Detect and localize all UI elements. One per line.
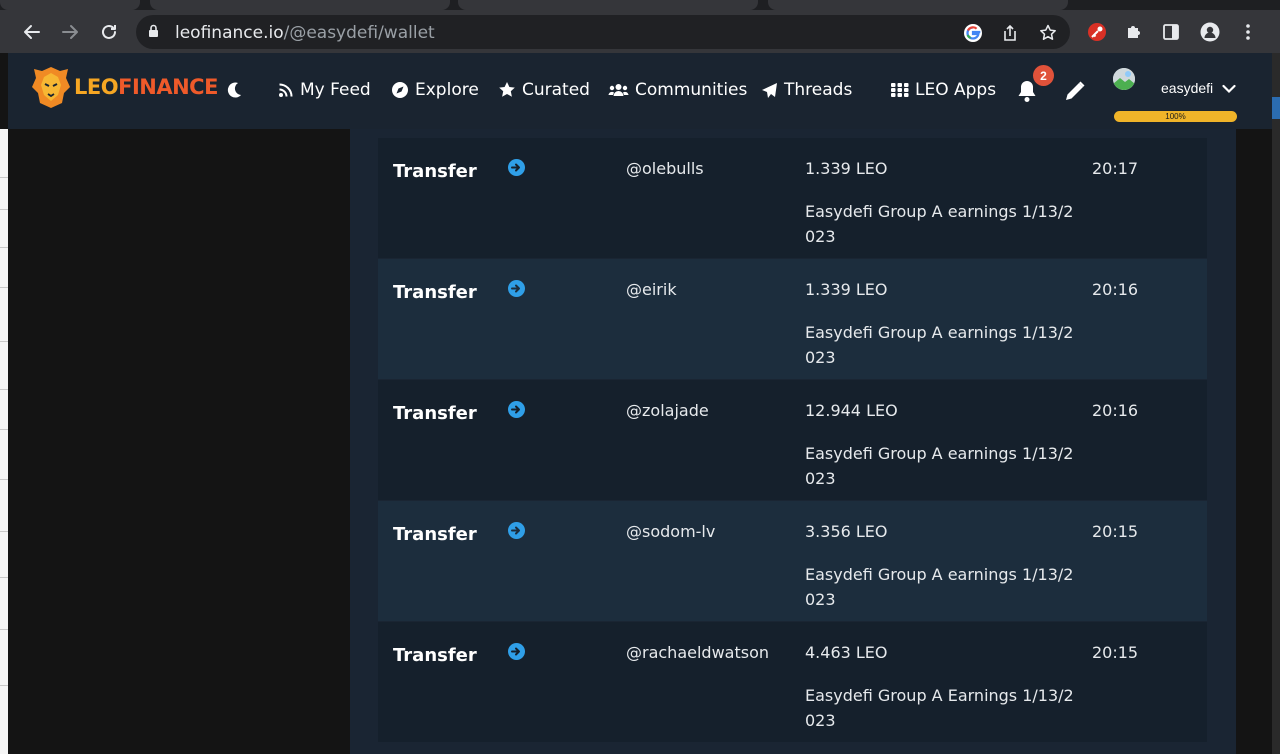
pencil-icon (1066, 81, 1085, 100)
transaction-type: Transfer (393, 282, 477, 303)
transaction-amount: 1.339 LEO (805, 159, 888, 178)
transaction-time: 20:17 (1092, 159, 1139, 178)
google-icon[interactable] (962, 22, 984, 44)
transaction-user-link[interactable]: @sodom-lv (626, 522, 715, 541)
url-text: leofinance.io/@easydefi/wallet (175, 23, 435, 43)
transaction-memo: Easydefi Group A earnings 1/13/2023 (805, 323, 1074, 367)
nav-label: LEO Apps (915, 80, 997, 100)
nav-communities[interactable]: Communities (608, 80, 747, 100)
transaction-user-link[interactable]: @rachaeldwatson (626, 643, 769, 662)
side-panel-icon[interactable] (1160, 21, 1182, 43)
site-header: LEOFINANCE My Feed Explore Curated Commu… (8, 53, 1272, 129)
transaction-amount: 12.944 LEO (805, 401, 898, 420)
transaction-memo: Easydefi Group A earnings 1/13/2023 (805, 202, 1074, 246)
forward-button[interactable] (55, 17, 85, 47)
browser-toolbar: leofinance.io/@easydefi/wallet (0, 10, 1280, 53)
bell-icon (1018, 81, 1036, 102)
nav-curated[interactable]: Curated (498, 80, 590, 100)
compose-button[interactable] (1063, 79, 1087, 108)
transaction-user-link[interactable]: @olebulls (626, 159, 704, 178)
nav-label: Communities (635, 80, 748, 100)
transaction-time: 20:15 (1092, 522, 1139, 541)
transaction-user-link[interactable]: @eirik (626, 280, 677, 299)
lion-logo-icon (32, 67, 70, 108)
share-icon[interactable] (999, 22, 1021, 44)
nav-label: My Feed (300, 80, 371, 100)
transaction-row: Transfer @olebulls 1.339 LEO Easydefi Gr… (378, 138, 1207, 258)
lock-icon (148, 24, 159, 43)
nav-leo-apps[interactable]: LEO Apps (891, 80, 996, 100)
url-host: leofinance.io (175, 23, 284, 43)
browser-tab[interactable] (458, 0, 758, 10)
left-window-edge (0, 129, 8, 754)
compass-icon (392, 82, 408, 98)
logo-text: LEOFINANCE (74, 75, 218, 99)
transaction-row: Transfer @rachaeldwatson 4.463 LEO Easyd… (378, 622, 1207, 742)
browser-tab-strip (0, 0, 1280, 10)
extension-key-icon[interactable] (1086, 21, 1108, 43)
transaction-time: 20:15 (1092, 643, 1139, 662)
transaction-row: Transfer @zolajade 12.944 LEO Easydefi G… (378, 380, 1207, 500)
users-icon (608, 84, 629, 96)
account-menu-toggle[interactable] (1222, 81, 1236, 99)
transaction-type: Transfer (393, 403, 477, 424)
arrow-right-circle-icon (508, 401, 525, 418)
dark-mode-toggle[interactable] (226, 81, 242, 104)
nav-label: Threads (784, 80, 853, 100)
rss-icon (279, 83, 293, 97)
moon-icon (227, 82, 241, 98)
url-path: /@easydefi/wallet (283, 23, 435, 43)
nav-label: Explore (415, 80, 479, 100)
notification-count-badge: 2 (1033, 65, 1054, 86)
transaction-type: Transfer (393, 524, 477, 545)
nav-my-feed[interactable]: My Feed (278, 80, 371, 100)
transaction-user-link[interactable]: @zolajade (626, 401, 709, 420)
browser-tab[interactable] (0, 0, 140, 10)
browser-tab-active[interactable] (150, 0, 450, 10)
transaction-memo: Easydefi Group A earnings 1/13/2023 (805, 444, 1074, 488)
back-arrow-icon (24, 25, 40, 39)
transaction-amount: 1.339 LEO (805, 280, 888, 299)
arrow-right-circle-icon (508, 522, 525, 539)
transaction-type: Transfer (393, 645, 477, 666)
bookmark-star-icon[interactable] (1037, 22, 1059, 44)
nav-threads[interactable]: Threads (761, 80, 852, 100)
transaction-row: Transfer @sodom-lv 3.356 LEO Easydefi Gr… (378, 501, 1207, 621)
browser-tab[interactable] (768, 0, 1068, 10)
profile-icon[interactable] (1199, 21, 1221, 43)
reload-button[interactable] (94, 17, 124, 47)
arrow-right-circle-icon (508, 280, 525, 297)
reload-icon (102, 24, 116, 39)
arrow-right-circle-icon (508, 643, 525, 660)
nav-label: Curated (522, 80, 590, 100)
back-button[interactable] (17, 17, 47, 47)
chevron-down-icon (1222, 84, 1236, 94)
forward-arrow-icon (62, 25, 78, 39)
transaction-time: 20:16 (1092, 280, 1139, 299)
star-icon (499, 82, 515, 97)
transaction-memo: Easydefi Group A Earnings 1/13/2023 (805, 686, 1074, 730)
avatar[interactable] (1113, 68, 1135, 90)
right-window-edge (1272, 53, 1280, 754)
nav-explore[interactable]: Explore (391, 80, 479, 100)
address-bar[interactable]: leofinance.io/@easydefi/wallet (136, 15, 1070, 49)
arrow-right-circle-icon (508, 159, 525, 176)
transaction-row: Transfer @eirik 1.339 LEO Easydefi Group… (378, 259, 1207, 379)
username-label[interactable]: easydefi (1161, 80, 1213, 96)
resource-credits-bar: 100% (1114, 111, 1237, 122)
transaction-time: 20:16 (1092, 401, 1139, 420)
resource-credits-label: 100% (1165, 112, 1186, 121)
browser-menu-icon[interactable] (1237, 21, 1259, 43)
leofinance-logo[interactable]: LEOFINANCE (30, 65, 218, 109)
transaction-amount: 3.356 LEO (805, 522, 888, 541)
transaction-type: Transfer (393, 161, 477, 182)
notifications-button[interactable] (1016, 79, 1038, 108)
transaction-memo: Easydefi Group A earnings 1/13/2023 (805, 565, 1074, 609)
extensions-puzzle-icon[interactable] (1123, 21, 1145, 43)
paper-plane-icon (762, 82, 777, 98)
transaction-amount: 4.463 LEO (805, 643, 888, 662)
grid-icon (891, 83, 909, 97)
